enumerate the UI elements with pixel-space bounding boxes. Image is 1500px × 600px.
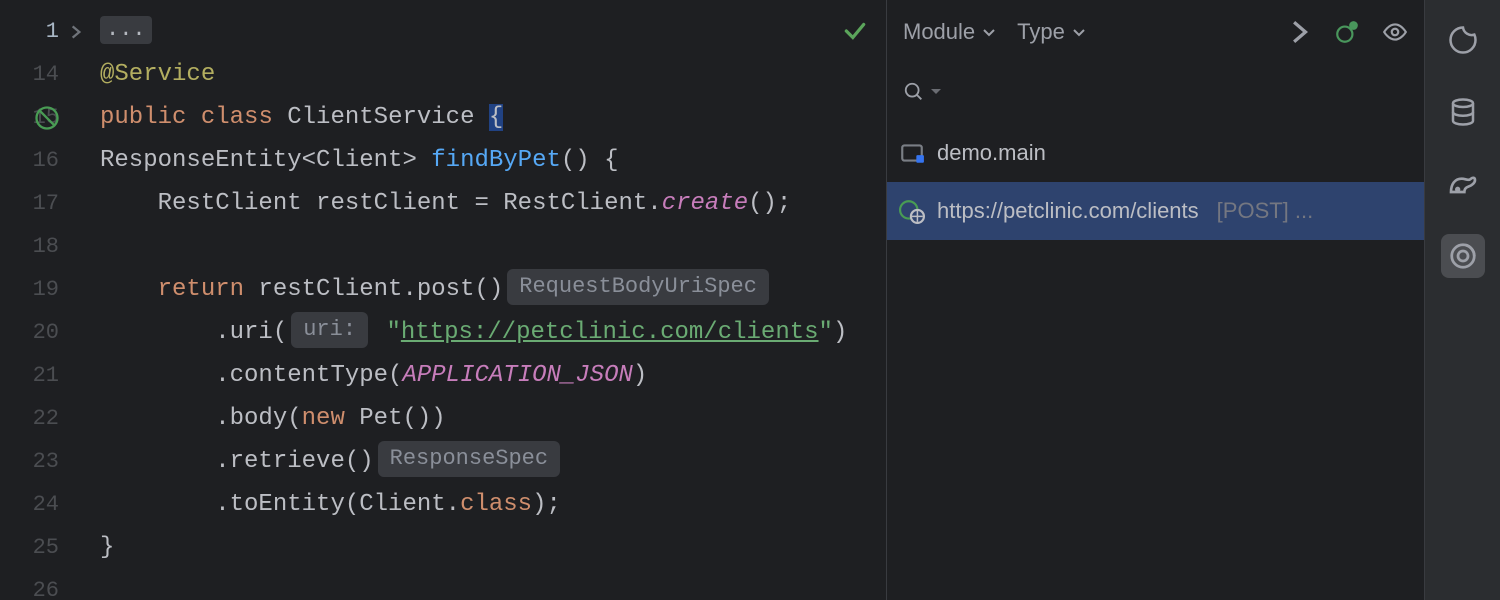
search-icon bbox=[903, 81, 925, 103]
gutter-line[interactable]: 20 bbox=[0, 311, 87, 354]
editor-body[interactable]: ... @Service public class ClientService … bbox=[88, 0, 886, 600]
chevron-down-icon bbox=[1071, 24, 1087, 40]
gutter-line[interactable]: 18 bbox=[0, 225, 87, 268]
gutter: 1 14 15 16 17 18 19 20 21 22 23 24 25 26 bbox=[0, 0, 88, 600]
right-sidebar bbox=[1424, 0, 1500, 600]
gutter-line[interactable]: 21 bbox=[0, 354, 87, 397]
type-dropdown[interactable]: Type bbox=[1017, 19, 1087, 45]
gutter-line[interactable]: 16 bbox=[0, 139, 87, 182]
gutter-line[interactable]: 14 bbox=[0, 53, 87, 96]
dropdown-label: Type bbox=[1017, 19, 1065, 45]
eye-icon[interactable] bbox=[1382, 19, 1408, 45]
chevron-down-icon bbox=[981, 24, 997, 40]
openapi-icon[interactable] bbox=[1334, 19, 1360, 45]
tree-row-label: demo.main bbox=[937, 140, 1046, 166]
gutter-line[interactable]: 15 bbox=[0, 96, 87, 139]
spring-tool-button[interactable] bbox=[1441, 18, 1485, 62]
inlay-hint[interactable]: uri: bbox=[291, 312, 368, 348]
inlay-hint[interactable]: RequestBodyUriSpec bbox=[507, 269, 769, 305]
tree-module-row[interactable]: demo.main bbox=[887, 124, 1424, 182]
endpoint-url: https://petclinic.com/clients bbox=[937, 198, 1199, 224]
endpoint-method: [POST] ... bbox=[1217, 198, 1314, 224]
inlay-hint[interactable]: ResponseSpec bbox=[378, 441, 560, 477]
gutter-line[interactable]: 23 bbox=[0, 440, 87, 483]
chevron-right-icon[interactable] bbox=[67, 23, 85, 41]
gutter-line[interactable]: 25 bbox=[0, 526, 87, 569]
gradle-tool-button[interactable] bbox=[1441, 162, 1485, 206]
gutter-line[interactable]: 17 bbox=[0, 182, 87, 225]
panel-header: Module Type bbox=[887, 0, 1424, 64]
gutter-line[interactable]: 22 bbox=[0, 397, 87, 440]
gutter-line[interactable]: 1 bbox=[0, 10, 87, 53]
no-http-icon[interactable] bbox=[33, 104, 61, 132]
check-icon[interactable] bbox=[842, 18, 868, 44]
module-icon bbox=[899, 140, 925, 166]
code-editor: 1 14 15 16 17 18 19 20 21 22 23 24 25 26… bbox=[0, 0, 886, 600]
endpoints-tool-button[interactable] bbox=[1441, 234, 1485, 278]
panel-search[interactable] bbox=[887, 64, 1424, 120]
tree-endpoint-row[interactable]: https://petclinic.com/clients [POST] ... bbox=[887, 182, 1424, 240]
module-dropdown[interactable]: Module bbox=[903, 19, 997, 45]
gutter-line[interactable]: 26 bbox=[0, 569, 87, 600]
globe-icon bbox=[899, 198, 925, 224]
code-text: @Service bbox=[100, 61, 215, 88]
folded-region[interactable]: ... bbox=[100, 16, 152, 44]
endpoints-panel: Module Type demo.main bbox=[886, 0, 1424, 600]
endpoints-tree: demo.main https://petclinic.com/clients … bbox=[887, 120, 1424, 600]
gutter-line[interactable]: 24 bbox=[0, 483, 87, 526]
chevron-right-icon[interactable] bbox=[1286, 19, 1312, 45]
gutter-line[interactable]: 19 bbox=[0, 268, 87, 311]
dropdown-label: Module bbox=[903, 19, 975, 45]
dropdown-caret-icon bbox=[931, 87, 941, 97]
database-tool-button[interactable] bbox=[1441, 90, 1485, 134]
